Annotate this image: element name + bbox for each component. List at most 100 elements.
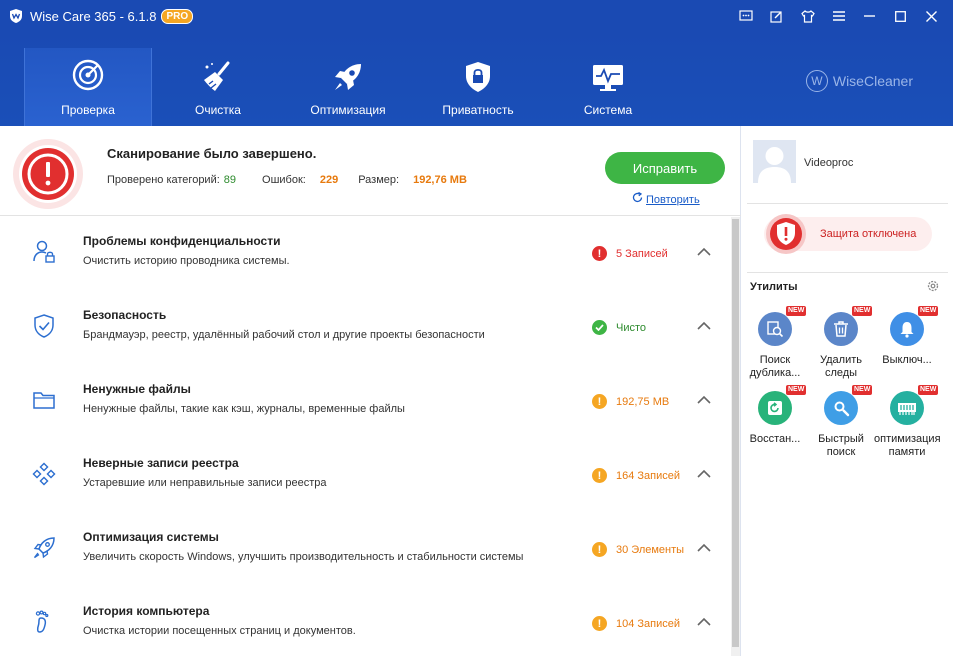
- bell-icon: [890, 312, 924, 346]
- list-item[interactable]: Ненужные файлы Ненужные файлы, такие как…: [0, 365, 729, 439]
- tab-system[interactable]: Система: [544, 50, 672, 126]
- scan-complete-title: Сканирование было завершено.: [107, 146, 317, 161]
- item-status-text: Чисто: [616, 321, 647, 334]
- scrollbar[interactable]: [731, 217, 740, 656]
- item-status-text: 164 Записей: [616, 469, 681, 482]
- scrollbar-thumb[interactable]: [732, 219, 739, 647]
- new-badge: NEW: [852, 306, 873, 316]
- tab-optimize[interactable]: Оптимизация: [284, 50, 412, 126]
- main-navigation: Проверка Очистка Оптимизация Приватность: [0, 32, 953, 126]
- tab-label: Очистка: [195, 103, 241, 117]
- item-description: Брандмауэр, реестр, удалённый рабочий ст…: [83, 329, 485, 341]
- categories-label: Проверено категорий:: [107, 174, 220, 186]
- errors-label: Ошибок:: [262, 174, 306, 186]
- item-status: ! 164 Записей: [592, 468, 680, 483]
- close-icon[interactable]: [916, 0, 947, 32]
- restore-icon: [758, 391, 792, 425]
- item-status: ! 192,75 MB: [592, 394, 669, 409]
- maximize-icon[interactable]: [885, 0, 916, 32]
- app-title: Wise Care 365 - 6.1.8: [30, 8, 157, 24]
- edit-icon[interactable]: [761, 0, 792, 32]
- shield-alert-icon: [766, 214, 806, 254]
- item-status-text: 104 Записей: [616, 617, 681, 630]
- list-item[interactable]: История компьютера Очистка истории посещ…: [0, 587, 729, 656]
- tool-erase-traces[interactable]: NEW Удалить следы: [808, 306, 874, 384]
- app-logo-icon: [10, 9, 22, 23]
- item-description: Очистить историю проводника системы.: [83, 255, 290, 267]
- minimize-icon[interactable]: [854, 0, 885, 32]
- item-status: Чисто: [592, 320, 646, 335]
- rocket-icon: [33, 537, 55, 559]
- refresh-icon: [632, 192, 643, 203]
- tool-shutdown[interactable]: NEW Выключ...: [874, 306, 940, 384]
- scan-summary: Сканирование было завершено. Проверено к…: [0, 126, 741, 216]
- item-status-text: 30 Элементы: [616, 543, 685, 556]
- warning-icon: !: [592, 616, 607, 631]
- categories-value: 89: [223, 174, 237, 186]
- tab-privacy[interactable]: Приватность: [414, 50, 542, 126]
- registry-cubes-icon: [32, 462, 56, 486]
- tool-duplicate-finder[interactable]: NEW Поиск дублика...: [742, 306, 808, 384]
- tool-label: Выключ...: [882, 354, 932, 366]
- tab-label: Проверка: [61, 103, 115, 117]
- item-title: История компьютера: [83, 604, 210, 618]
- user-lock-icon: [33, 240, 55, 263]
- new-badge: NEW: [918, 306, 939, 316]
- shield-check-icon: [34, 314, 54, 338]
- new-badge: NEW: [786, 385, 807, 395]
- trash-icon: [824, 312, 858, 346]
- chevron-up-icon[interactable]: [697, 395, 711, 404]
- magnifier-icon: [824, 391, 858, 425]
- scan-results-pane: Сканирование было завершено. Проверено к…: [0, 126, 741, 656]
- divider: [747, 203, 948, 204]
- fix-button[interactable]: Исправить: [605, 152, 725, 184]
- item-status: ! 5 Записей: [592, 246, 668, 261]
- brand-name: WiseCleaner: [832, 73, 913, 89]
- chevron-up-icon[interactable]: [697, 247, 711, 256]
- tool-recovery[interactable]: NEW Восстан...: [742, 385, 808, 463]
- alert-icon: [13, 139, 83, 209]
- item-title: Проблемы конфиденциальности: [83, 234, 281, 248]
- title-bar: Wise Care 365 - 6.1.8 PRO: [0, 0, 953, 32]
- skin-icon[interactable]: [792, 0, 823, 32]
- chevron-up-icon[interactable]: [697, 617, 711, 626]
- warning-icon: !: [592, 394, 607, 409]
- broom-icon: [204, 61, 230, 91]
- chevron-up-icon[interactable]: [697, 469, 711, 478]
- lock-shield-icon: [466, 62, 490, 92]
- item-status-text: 5 Записей: [616, 247, 668, 260]
- tool-memory-optimizer[interactable]: NEW оптимизация памяти: [874, 385, 940, 463]
- gear-icon[interactable]: [926, 279, 940, 293]
- tool-label: Поиск дублика...: [749, 354, 801, 379]
- rescan-link[interactable]: Повторить: [632, 192, 700, 206]
- pro-badge: PRO: [161, 8, 194, 24]
- check-icon: [592, 320, 607, 335]
- chevron-up-icon[interactable]: [697, 321, 711, 330]
- feedback-icon[interactable]: [730, 0, 761, 32]
- item-status-text: 192,75 MB: [616, 395, 670, 408]
- error-icon: !: [592, 246, 607, 261]
- footprint-icon: [35, 610, 49, 633]
- item-description: Увеличить скорость Windows, улучшить про…: [83, 551, 524, 563]
- list-item[interactable]: Безопасность Брандмауэр, реестр, удалённ…: [0, 291, 729, 365]
- list-item[interactable]: Неверные записи реестра Устаревшие или н…: [0, 439, 729, 513]
- tool-label: Восстан...: [749, 433, 801, 445]
- tab-label: Приватность: [442, 103, 514, 117]
- rocket-icon: [335, 64, 361, 90]
- rescan-label: Повторить: [646, 194, 700, 206]
- side-panel: Videoproc Защита отключена Утилиты NEW П…: [742, 126, 953, 656]
- protection-label: Защита отключена: [820, 228, 917, 240]
- list-item[interactable]: Проблемы конфиденциальности Очистить ист…: [0, 217, 729, 291]
- tool-quick-search[interactable]: NEW Быстрый поиск: [808, 385, 874, 463]
- tab-cleanup[interactable]: Очистка: [154, 50, 282, 126]
- divider: [747, 272, 948, 273]
- tab-scan[interactable]: Проверка: [24, 48, 152, 126]
- item-status: ! 30 Элементы: [592, 542, 684, 557]
- list-item[interactable]: Оптимизация системы Увеличить скорость W…: [0, 513, 729, 587]
- menu-icon[interactable]: [823, 0, 854, 32]
- tool-label: оптимизация памяти: [874, 433, 940, 458]
- chevron-up-icon[interactable]: [697, 543, 711, 552]
- avatar[interactable]: [753, 140, 796, 183]
- new-badge: NEW: [918, 385, 939, 395]
- username[interactable]: Videoproc: [804, 157, 853, 169]
